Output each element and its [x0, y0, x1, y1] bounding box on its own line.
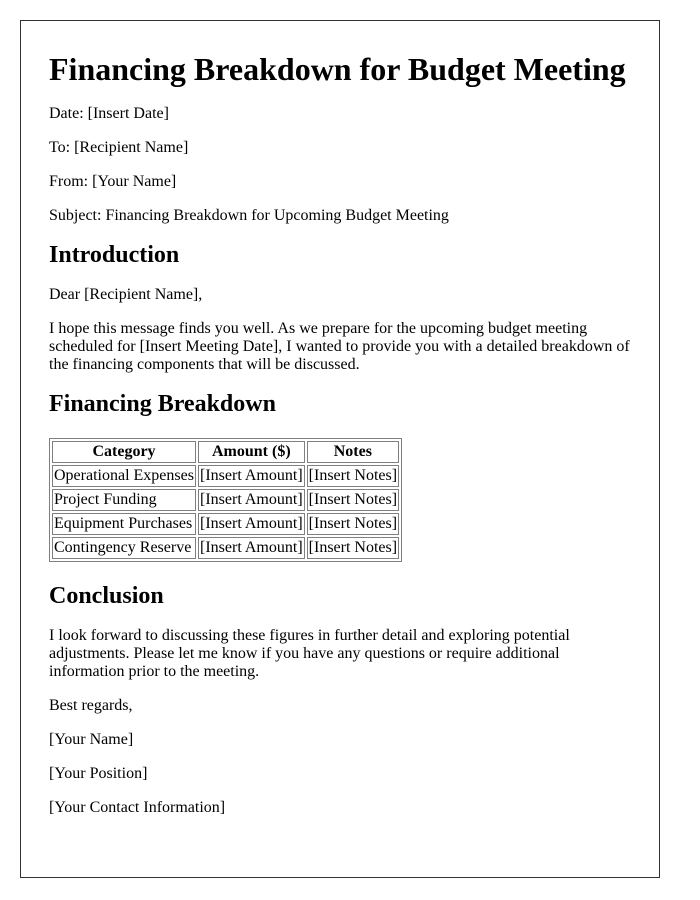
amount-cell: [Insert Amount]	[198, 489, 305, 511]
greeting: Dear [Recipient Name],	[49, 286, 203, 303]
closing: Best regards,	[49, 697, 133, 714]
column-header-notes: Notes	[306, 441, 400, 463]
introduction-paragraph: I hope this message finds you well. As w…	[49, 320, 630, 373]
category-cell: Operational Expenses	[52, 465, 196, 487]
notes-cell: [Insert Notes]	[306, 489, 400, 511]
category-cell: Equipment Purchases	[52, 513, 196, 535]
financing-heading: Financing Breakdown	[49, 391, 276, 417]
document-title: Financing Breakdown for Budget Meeting	[49, 51, 626, 87]
introduction-heading: Introduction	[49, 242, 180, 268]
notes-cell: [Insert Notes]	[306, 537, 400, 559]
to-line: To: [Recipient Name]	[49, 139, 189, 156]
table-row: Equipment Purchases [Insert Amount] [Ins…	[52, 513, 400, 535]
letter-page: Financing Breakdown for Budget Meeting D…	[20, 20, 660, 878]
signature-position: [Your Position]	[49, 765, 148, 782]
date-line: Date: [Insert Date]	[49, 105, 169, 122]
amount-cell: [Insert Amount]	[198, 465, 305, 487]
category-cell: Contingency Reserve	[52, 537, 196, 559]
signature-name: [Your Name]	[49, 731, 134, 748]
amount-cell: [Insert Amount]	[198, 513, 305, 535]
financing-table: Category Amount ($) Notes Operational Ex…	[49, 438, 403, 562]
table-row: Contingency Reserve [Insert Amount] [Ins…	[52, 537, 400, 559]
column-header-amount: Amount ($)	[198, 441, 305, 463]
subject-line: Subject: Financing Breakdown for Upcomin…	[49, 207, 449, 224]
from-line: From: [Your Name]	[49, 173, 177, 190]
conclusion-heading: Conclusion	[49, 583, 164, 609]
category-cell: Project Funding	[52, 489, 196, 511]
notes-cell: [Insert Notes]	[306, 465, 400, 487]
table-header-row: Category Amount ($) Notes	[52, 441, 400, 463]
amount-cell: [Insert Amount]	[198, 537, 305, 559]
notes-cell: [Insert Notes]	[306, 513, 400, 535]
table-row: Project Funding [Insert Amount] [Insert …	[52, 489, 400, 511]
table-row: Operational Expenses [Insert Amount] [In…	[52, 465, 400, 487]
column-header-category: Category	[52, 441, 196, 463]
signature-contact: [Your Contact Information]	[49, 799, 226, 816]
conclusion-paragraph: I look forward to discussing these figur…	[49, 627, 570, 680]
